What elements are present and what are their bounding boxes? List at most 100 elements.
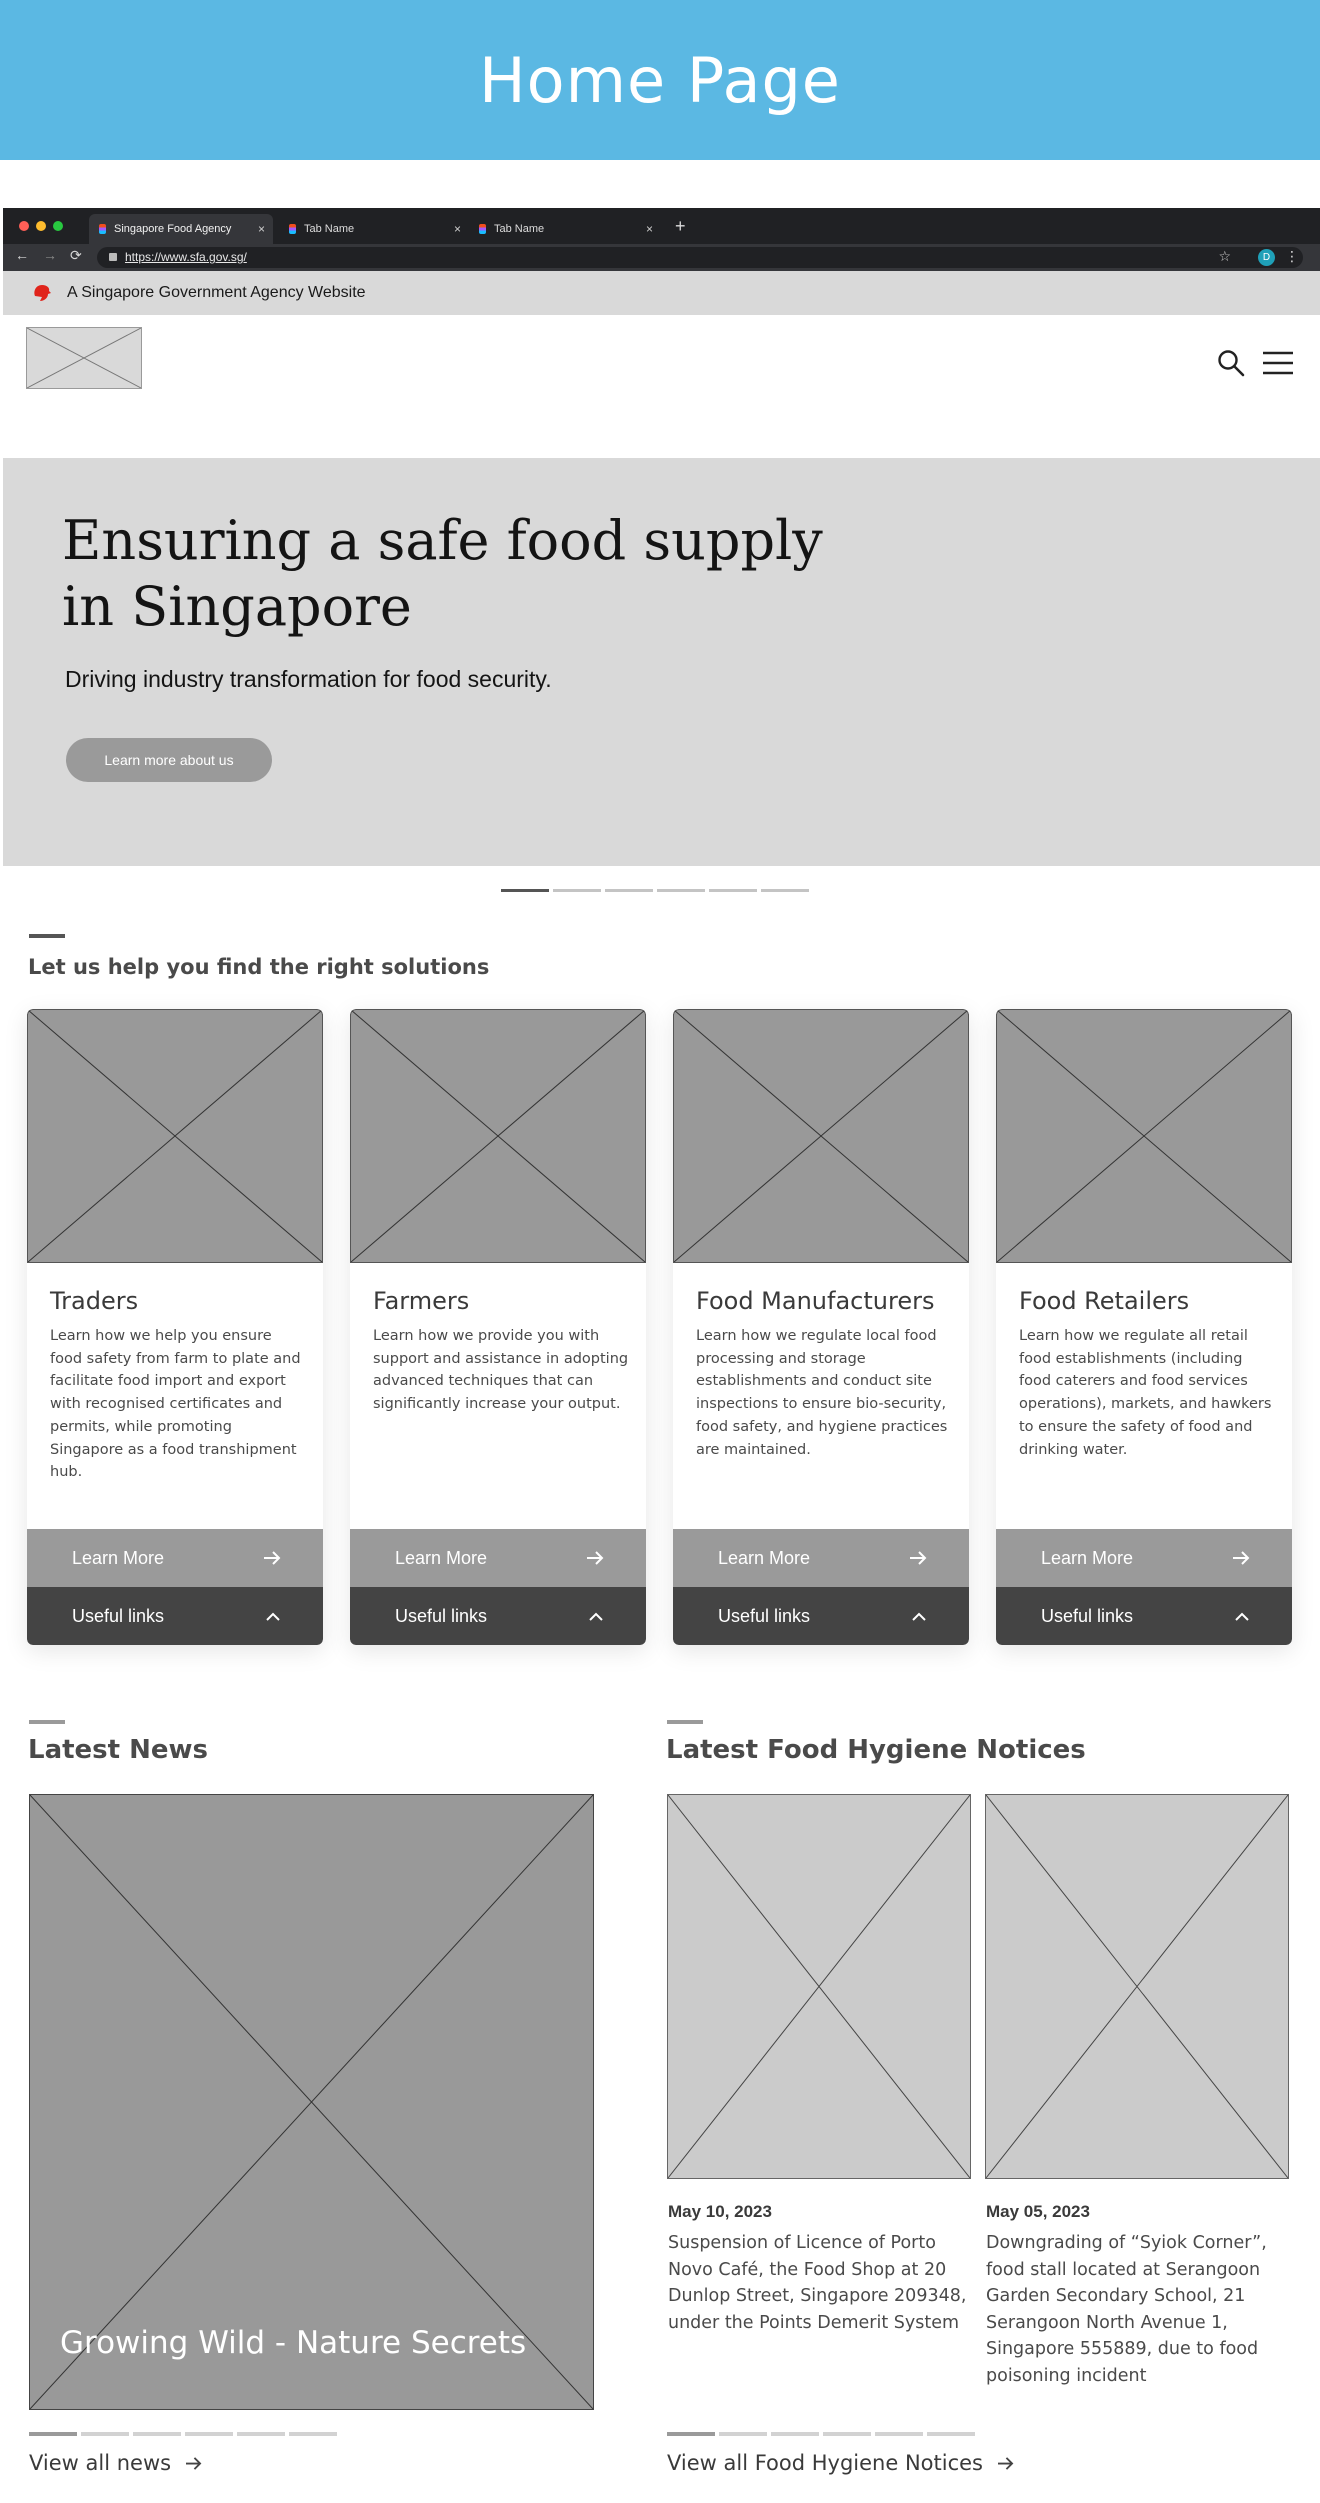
chevron-up-icon — [912, 1612, 926, 1621]
notice-slide-indicator[interactable] — [771, 2432, 819, 2436]
notice-slide-indicator[interactable] — [719, 2432, 767, 2436]
learn-more-label: Learn More — [72, 1547, 165, 1568]
tab-label: Singapore Food Agency — [114, 223, 232, 235]
hero-subheading: Driving industry transformation for food… — [65, 666, 552, 692]
useful-links-label: Useful links — [395, 1605, 488, 1626]
news-slide-indicator[interactable] — [185, 2432, 233, 2436]
news-slide-indicator[interactable] — [237, 2432, 285, 2436]
learn-more-label: Learn More — [395, 1547, 488, 1568]
browser-tab[interactable]: Tab Name × — [279, 214, 469, 244]
news-featured-image[interactable]: Growing Wild - Nature Secrets — [29, 1794, 594, 2410]
figma-favicon-icon — [289, 224, 296, 234]
new-tab-button[interactable]: + — [675, 216, 686, 237]
card-title: Food Retailers — [1019, 1287, 1190, 1315]
news-slide-indicator[interactable] — [133, 2432, 181, 2436]
useful-links-toggle[interactable]: Useful links — [350, 1587, 646, 1645]
page-title-banner: Home Page — [0, 0, 1320, 160]
section-accent-rule — [29, 1720, 65, 1724]
useful-links-toggle[interactable]: Useful links — [27, 1587, 323, 1645]
hero-slide-indicator[interactable] — [709, 889, 757, 892]
solution-card-food-manufacturers: Food Manufacturers Learn how we regulate… — [673, 1009, 969, 1645]
news-slide-indicator-active[interactable] — [29, 2432, 77, 2436]
browser-menu-icon[interactable]: ⋮ — [1285, 248, 1299, 265]
food-hygiene-notices-title: Latest Food Hygiene Notices — [666, 1735, 1086, 1765]
browser-tab[interactable]: Tab Name × — [469, 214, 661, 244]
view-all-notices-link[interactable]: View all Food Hygiene Notices — [667, 2451, 1014, 2475]
news-caption: Growing Wild - Nature Secrets — [60, 2325, 527, 2361]
card-title: Farmers — [373, 1287, 470, 1315]
card-description: Learn how we help you ensure food safety… — [50, 1328, 301, 1481]
hero-banner: Ensuring a safe food supply in Singapore… — [3, 458, 1320, 866]
hero-slide-indicator[interactable] — [605, 889, 653, 892]
url-field[interactable]: https://www.sfa.gov.sg/ ☆ D ⋮ — [97, 247, 1303, 268]
chevron-up-icon — [266, 1612, 280, 1621]
card-description: Learn how we provide you with support an… — [373, 1328, 629, 1413]
notice-slide-indicator-active[interactable] — [667, 2432, 715, 2436]
url-text[interactable]: https://www.sfa.gov.sg/ — [125, 250, 247, 264]
useful-links-toggle[interactable]: Useful links — [673, 1587, 969, 1645]
learn-more-about-us-button[interactable]: Learn more about us — [66, 738, 272, 782]
learn-more-label: Learn More — [718, 1547, 811, 1568]
news-slide-indicator[interactable] — [81, 2432, 129, 2436]
close-tab-icon[interactable]: × — [646, 222, 653, 236]
arrow-right-icon — [264, 1551, 281, 1565]
notice-image-placeholder[interactable] — [985, 1794, 1289, 2179]
arrow-right-icon — [186, 2456, 202, 2470]
hero-slide-indicator[interactable] — [761, 889, 809, 892]
section-accent-rule — [667, 1720, 703, 1724]
section-accent-rule — [29, 934, 65, 938]
learn-more-label: Learn More — [1041, 1547, 1134, 1568]
minimize-window-icon[interactable] — [36, 221, 46, 231]
lock-icon — [109, 253, 117, 261]
solution-card-traders: Traders Learn how we help you ensure foo… — [27, 1009, 323, 1645]
arrow-right-icon — [910, 1551, 927, 1565]
tab-label: Tab Name — [494, 223, 545, 235]
close-tab-icon[interactable]: × — [258, 222, 265, 236]
maximize-window-icon[interactable] — [53, 221, 63, 231]
notice-slide-indicator[interactable] — [823, 2432, 871, 2436]
notice-date: May 05, 2023 — [986, 2202, 1090, 2221]
learn-more-button[interactable]: Learn More — [27, 1529, 323, 1587]
hero-slide-indicator[interactable] — [657, 889, 705, 892]
figma-favicon-icon — [479, 224, 486, 234]
search-icon[interactable] — [1216, 348, 1246, 378]
card-description: Learn how we regulate local food process… — [696, 1328, 948, 1458]
chevron-up-icon — [1235, 1612, 1249, 1621]
solution-card-food-retailers: Food Retailers Learn how we regulate all… — [996, 1009, 1292, 1645]
back-icon[interactable]: ← — [15, 247, 29, 263]
card-image-placeholder — [27, 1009, 323, 1263]
learn-more-button[interactable]: Learn More — [673, 1529, 969, 1587]
profile-avatar[interactable]: D — [1258, 249, 1275, 266]
news-slide-indicator[interactable] — [289, 2432, 337, 2436]
arrow-right-icon — [1233, 1551, 1250, 1565]
page-title: Home Page — [479, 43, 841, 117]
view-all-news-label: View all news — [29, 2451, 172, 2475]
close-tab-icon[interactable]: × — [454, 222, 461, 236]
notice-headline[interactable]: Suspension of Licence of Porto Novo Café… — [668, 2230, 968, 2336]
close-window-icon[interactable] — [19, 221, 29, 231]
hamburger-menu-icon[interactable] — [1262, 350, 1294, 376]
forward-icon[interactable]: → — [43, 247, 57, 263]
hero-slide-indicator-active[interactable] — [501, 889, 549, 892]
notice-headline[interactable]: Downgrading of “Syiok Corner”, food stal… — [986, 2230, 1286, 2389]
notice-slide-indicator[interactable] — [875, 2432, 923, 2436]
lion-head-icon — [34, 285, 51, 301]
learn-more-button[interactable]: Learn More — [350, 1529, 646, 1587]
card-image-placeholder — [996, 1009, 1292, 1263]
notice-slide-indicator[interactable] — [927, 2432, 975, 2436]
useful-links-label: Useful links — [1041, 1605, 1134, 1626]
site-logo-placeholder[interactable] — [26, 327, 142, 389]
reload-icon[interactable]: ⟳ — [70, 247, 82, 264]
hero-slide-indicator[interactable] — [553, 889, 601, 892]
latest-news-title: Latest News — [28, 1735, 209, 1765]
useful-links-label: Useful links — [718, 1605, 811, 1626]
card-title: Traders — [50, 1287, 139, 1315]
learn-more-button[interactable]: Learn More — [996, 1529, 1292, 1587]
browser-tab-active[interactable]: Singapore Food Agency × — [89, 214, 273, 244]
bookmark-star-icon[interactable]: ☆ — [1218, 248, 1231, 265]
notice-image-placeholder[interactable] — [667, 1794, 971, 2179]
arrow-right-icon — [998, 2456, 1014, 2470]
view-all-news-link[interactable]: View all news — [29, 2451, 202, 2475]
arrow-right-icon — [587, 1551, 604, 1565]
useful-links-toggle[interactable]: Useful links — [996, 1587, 1292, 1645]
